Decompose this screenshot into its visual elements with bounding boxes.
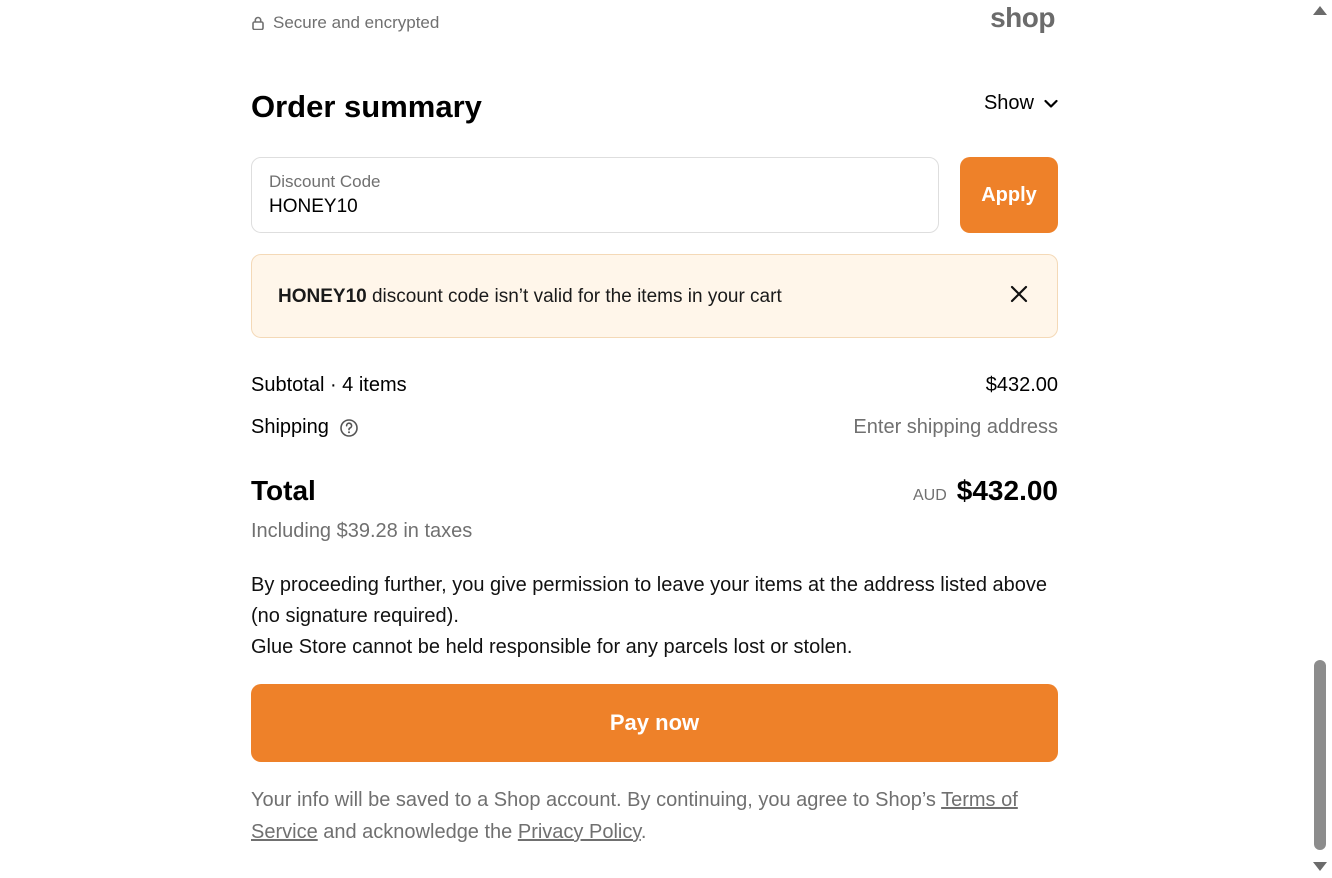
discount-code-field[interactable]: Discount Code bbox=[251, 157, 939, 233]
page-scrollbar[interactable] bbox=[1308, 0, 1332, 878]
show-toggle-label: Show bbox=[983, 92, 1034, 114]
total-amount-group: AUD $432.00 bbox=[913, 475, 1058, 507]
apply-discount-button[interactable]: Apply bbox=[960, 157, 1058, 233]
alert-text: discount code isn’t valid for the items … bbox=[366, 286, 782, 307]
show-summary-toggle[interactable]: Show bbox=[984, 92, 1058, 115]
pay-now-button[interactable]: Pay now bbox=[251, 684, 1058, 762]
chevron-down-icon bbox=[1044, 99, 1058, 109]
delivery-consent: By proceeding further, you give permissi… bbox=[251, 570, 1058, 663]
top-bar: Secure and encrypted shop bbox=[251, 0, 1058, 48]
discount-code-label: Discount Code bbox=[269, 172, 381, 191]
consent-line-2: Glue Store cannot be held responsible fo… bbox=[251, 636, 853, 658]
scroll-up-arrow-icon[interactable] bbox=[1313, 6, 1327, 15]
shop-account-notice: Your info will be saved to a Shop accoun… bbox=[251, 784, 1058, 848]
secure-notice: Secure and encrypted bbox=[251, 13, 439, 33]
tax-note: Including $39.28 in taxes bbox=[251, 520, 473, 542]
legal-middle: and acknowledge the bbox=[317, 821, 518, 843]
total-label: Total bbox=[251, 475, 316, 506]
currency-code: AUD bbox=[913, 487, 947, 504]
secure-text: Secure and encrypted bbox=[273, 13, 440, 32]
close-icon[interactable] bbox=[1009, 284, 1029, 304]
alert-message: HONEY10 discount code isn’t valid for th… bbox=[278, 286, 782, 308]
scrollbar-thumb[interactable] bbox=[1314, 660, 1326, 850]
consent-line-1: By proceeding further, you give permissi… bbox=[251, 574, 1047, 627]
privacy-policy-link[interactable]: Privacy Policy bbox=[518, 821, 641, 843]
shipping-label-group: Shipping bbox=[251, 416, 359, 439]
lock-icon bbox=[251, 16, 265, 30]
scroll-down-arrow-icon[interactable] bbox=[1313, 862, 1327, 871]
total-amount: $432.00 bbox=[956, 475, 1058, 506]
subtotal-value: $432.00 bbox=[985, 374, 1058, 396]
help-circle-icon[interactable] bbox=[339, 418, 359, 438]
order-summary-title: Order summary bbox=[251, 89, 482, 124]
legal-suffix: . bbox=[640, 821, 647, 843]
alert-code: HONEY10 bbox=[278, 286, 367, 307]
subtotal-label: Subtotal · 4 items bbox=[251, 374, 407, 396]
discount-error-alert: HONEY10 discount code isn’t valid for th… bbox=[251, 254, 1058, 338]
shipping-label: Shipping bbox=[251, 416, 329, 438]
shipping-value: Enter shipping address bbox=[853, 416, 1058, 438]
shop-logo: shop bbox=[990, 2, 1055, 33]
discount-code-input[interactable] bbox=[269, 196, 909, 218]
legal-prefix: Your info will be saved to a Shop accoun… bbox=[251, 789, 942, 811]
